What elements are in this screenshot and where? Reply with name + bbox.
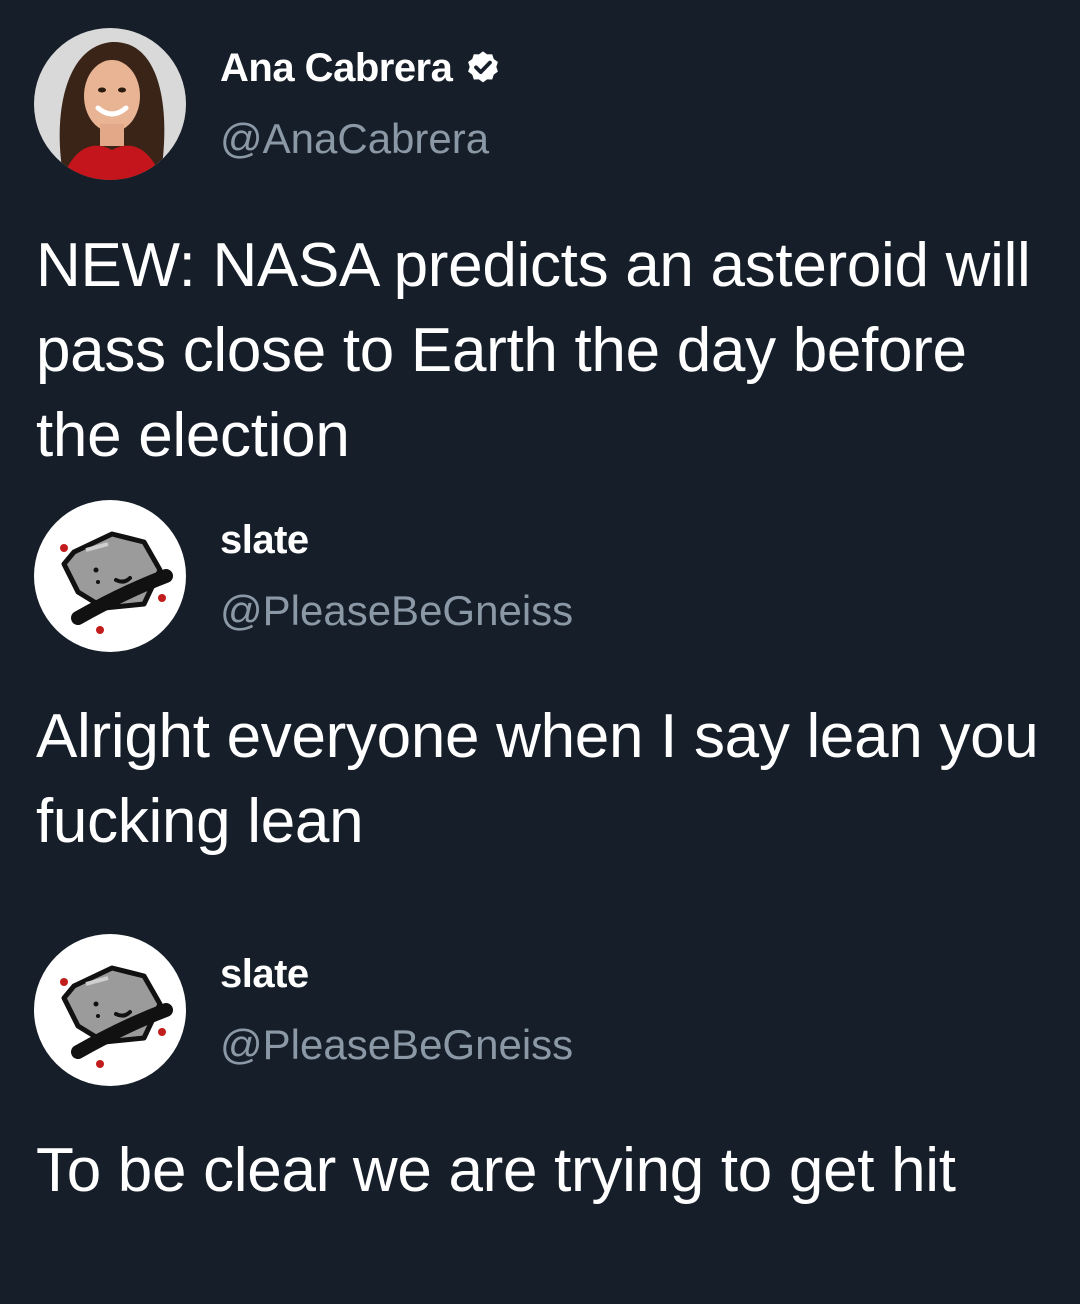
tweet-1-names: Ana Cabrera @AnaCabrera [220,48,502,160]
tweet-3-header: slate @PleaseBeGneiss [34,934,573,1086]
display-name-row: slate [220,520,573,560]
tweet-3-names: slate @PleaseBeGneiss [220,954,573,1066]
tweet-2-header: slate @PleaseBeGneiss [34,500,573,652]
profile-photo-icon [34,28,186,180]
handle[interactable]: @AnaCabrera [220,118,502,160]
tweet-3-text: To be clear we are trying to get hit [36,1136,956,1205]
avatar-slate[interactable] [34,934,186,1086]
avatar-ana-cabrera[interactable] [34,28,186,180]
rock-on-skateboard-icon [34,500,186,652]
display-name[interactable]: slate [220,954,309,994]
tweet-2-text: Alright everyone when I say lean you fuc… [36,702,1039,856]
display-name[interactable]: slate [220,520,309,560]
tweet-1-text: NEW: NASA predicts an asteroid will pass… [36,231,1031,470]
verified-badge-icon [464,49,502,87]
handle[interactable]: @PleaseBeGneiss [220,1024,573,1066]
avatar-slate[interactable] [34,500,186,652]
display-name[interactable]: Ana Cabrera [220,48,453,88]
display-name-row: slate [220,954,573,994]
rock-on-skateboard-icon [34,934,186,1086]
tweet-1-header: Ana Cabrera @AnaCabrera [34,28,502,180]
handle[interactable]: @PleaseBeGneiss [220,590,573,632]
display-name-row: Ana Cabrera [220,48,502,88]
tweet-2-names: slate @PleaseBeGneiss [220,520,573,632]
